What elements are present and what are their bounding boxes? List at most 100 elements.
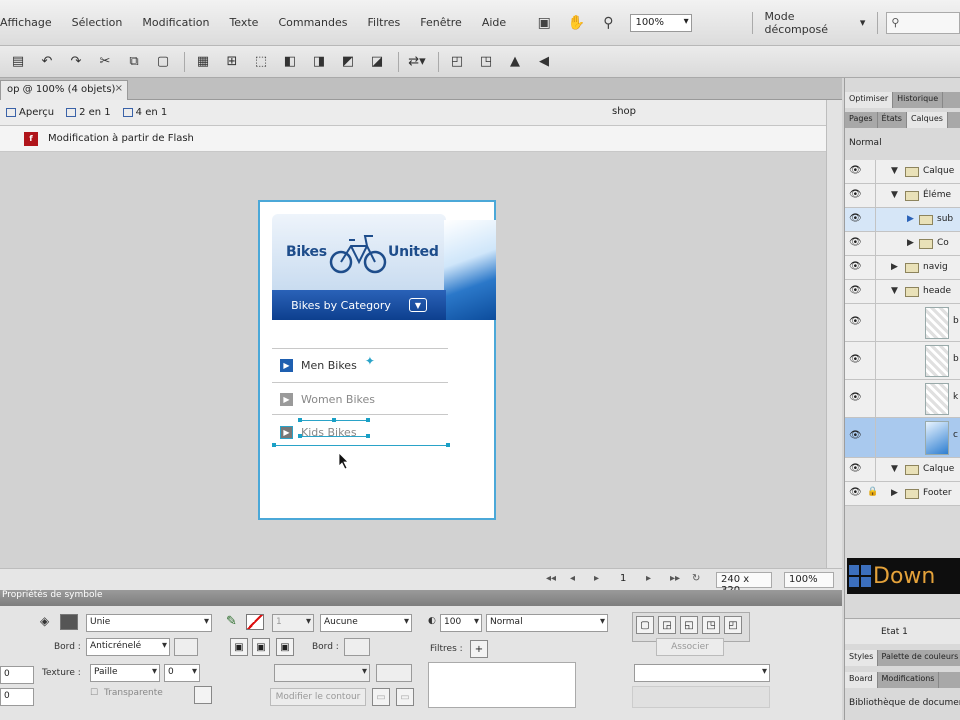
fill-type-select[interactable]: Unie	[86, 614, 212, 632]
menu-modification[interactable]: Modification	[142, 16, 209, 29]
flash-icon[interactable]: f	[24, 131, 38, 146]
play-icon[interactable]: ▸	[594, 573, 599, 584]
save-icon[interactable]: ▤	[8, 52, 28, 72]
header-banner[interactable]: Bikes United Bikes by Category ▼	[272, 214, 496, 320]
menu-fenetre[interactable]: Fenêtre	[420, 16, 462, 29]
stroke-center-icon[interactable]: ▣	[252, 638, 270, 656]
eye-icon[interactable]: 👁	[849, 392, 863, 403]
tab-history[interactable]: Historique	[893, 92, 944, 108]
tab-modifications[interactable]: Modifications	[878, 672, 940, 688]
status-zoom[interactable]: 100%	[784, 572, 834, 588]
selection-handle[interactable]	[298, 418, 302, 422]
lock-slot[interactable]	[864, 208, 876, 231]
group-icon[interactable]: ▦	[193, 52, 213, 72]
tab-palette[interactable]: Palette de couleurs	[878, 650, 960, 666]
hand-icon[interactable]: ✋	[566, 13, 586, 33]
next-page-icon[interactable]: ▸	[646, 573, 651, 584]
layer-row-selected[interactable]: 👁 c	[845, 418, 960, 458]
outline-option-icon[interactable]: ▭	[372, 688, 390, 706]
add-filter-button[interactable]: +	[470, 640, 488, 658]
expand-icon[interactable]: ▼	[891, 166, 898, 176]
stroke-outside-icon[interactable]: ▣	[276, 638, 294, 656]
join-icon[interactable]: ⬚	[251, 52, 271, 72]
selection-handle[interactable]	[366, 418, 370, 422]
menu-aide[interactable]: Aide	[482, 16, 506, 29]
tab-board[interactable]: Board	[845, 672, 878, 688]
expand-icon[interactable]: ▼	[891, 190, 898, 200]
menu-selection[interactable]: Sélection	[72, 16, 123, 29]
texture-select[interactable]: Paille	[90, 664, 160, 682]
eye-icon[interactable]: 👁	[849, 354, 863, 365]
tab-layers[interactable]: Calques	[906, 112, 948, 128]
category-button[interactable]: Bikes by Category ▼	[272, 290, 446, 320]
texture-amount[interactable]: 0	[164, 664, 200, 682]
pencil-icon[interactable]: ✎	[226, 614, 237, 629]
document-tab[interactable]: op @ 100% (4 objets) ×	[0, 80, 128, 100]
selection-handle[interactable]	[332, 418, 336, 422]
eye-icon[interactable]: 👁	[849, 213, 863, 224]
vertical-scrollbar[interactable]	[826, 100, 842, 568]
lock-slot[interactable]	[864, 458, 876, 481]
layer-row[interactable]: 👁 ▼ Calque	[845, 458, 960, 482]
expand-icon[interactable]: ▼	[891, 286, 898, 296]
selection-handle[interactable]	[366, 434, 370, 438]
lock-slot[interactable]	[864, 418, 876, 457]
nav-item-kids[interactable]: ▶ Kids Bikes	[280, 423, 357, 441]
layer-row[interactable]: 👁 ▼ heade	[845, 280, 960, 304]
opacity-field[interactable]: 100	[440, 614, 482, 632]
lock-slot[interactable]	[864, 304, 876, 341]
lock-slot[interactable]	[864, 232, 876, 255]
selection-handle[interactable]	[298, 434, 302, 438]
y-field[interactable]: 0	[0, 688, 34, 706]
expand-icon[interactable]: ▶	[907, 238, 914, 248]
layer-row[interactable]: 👁 b	[845, 342, 960, 380]
x-field[interactable]: 0	[0, 666, 34, 684]
view-4up-button[interactable]: 4 en 1	[122, 107, 167, 118]
outline-option-icon[interactable]: ▭	[396, 688, 414, 706]
style-select[interactable]	[634, 664, 770, 682]
menu-commandes[interactable]: Commandes	[278, 16, 347, 29]
tab-optimize[interactable]: Optimiser	[845, 92, 894, 108]
style-option-icon[interactable]: ◱	[680, 616, 698, 634]
style-option-icon[interactable]: ◲	[658, 616, 676, 634]
punch-icon[interactable]: ◩	[338, 52, 358, 72]
lock-slot[interactable]	[864, 380, 876, 417]
selection-handle[interactable]	[446, 443, 450, 447]
lock-slot[interactable]	[864, 342, 876, 379]
fill-color-swatch[interactable]	[60, 614, 78, 630]
cut-icon[interactable]: ✂	[95, 52, 115, 72]
eye-icon[interactable]: 👁	[849, 487, 863, 498]
eye-icon[interactable]: 👁	[849, 237, 863, 248]
rotate-right-icon[interactable]: ◳	[476, 52, 496, 72]
eye-icon[interactable]: 👁	[849, 316, 863, 327]
filters-list[interactable]	[428, 662, 576, 708]
layer-row[interactable]: 👁 k	[845, 380, 960, 418]
layer-row[interactable]: 👁 ▼ Éléme	[845, 184, 960, 208]
layer-row[interactable]: 👁 ▶ sub	[845, 208, 960, 232]
expand-icon[interactable]: ▶	[907, 214, 914, 224]
style-option-icon[interactable]: ◳	[702, 616, 720, 634]
assign-button[interactable]: Associer	[656, 638, 724, 656]
expand-icon[interactable]: ▶	[891, 488, 898, 498]
lock-slot[interactable]	[864, 256, 876, 279]
menu-texte[interactable]: Texte	[229, 16, 258, 29]
flip-vertical-icon[interactable]: ◀	[534, 52, 554, 72]
screen-mode-icon[interactable]: ▣	[534, 13, 554, 33]
prev-page-icon[interactable]: ◂	[570, 573, 575, 584]
redo-icon[interactable]: ↷	[66, 52, 86, 72]
lock-icon[interactable]: 🔒	[867, 487, 878, 497]
tab-states[interactable]: États	[878, 112, 907, 128]
loop-icon[interactable]: ↻	[692, 573, 700, 584]
fill-bucket-icon[interactable]: ◈	[40, 614, 49, 628]
zoom-icon[interactable]: ⚲	[598, 13, 618, 33]
first-page-icon[interactable]: ◂◂	[546, 573, 556, 584]
paste-icon[interactable]: ▢	[153, 52, 173, 72]
eye-icon[interactable]: 👁	[849, 430, 863, 441]
eye-icon[interactable]: 👁	[849, 165, 863, 176]
stroke-color-swatch[interactable]	[246, 614, 264, 630]
nav-item-men[interactable]: ▶ Men Bikes ✦	[280, 354, 375, 374]
transparent-checkbox[interactable]: ☐	[90, 688, 98, 698]
style-option-icon[interactable]: ◰	[724, 616, 742, 634]
fill-options-button[interactable]	[194, 686, 212, 704]
style-option-icon[interactable]: ▢	[636, 616, 654, 634]
